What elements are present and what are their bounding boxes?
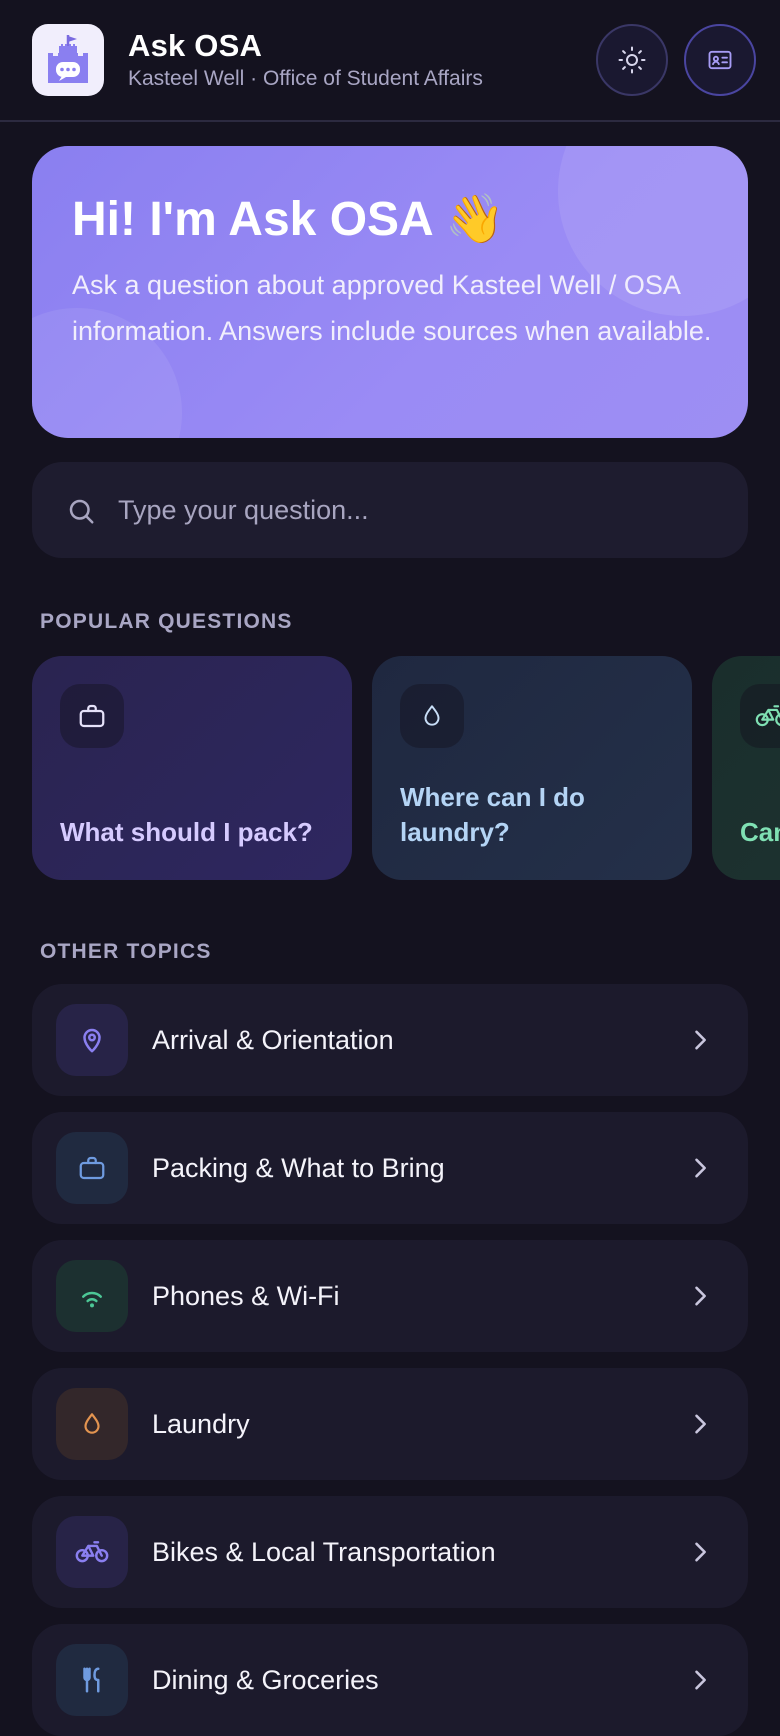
bike-icon — [56, 1516, 128, 1588]
topic-dining-groceries[interactable]: Dining & Groceries — [32, 1624, 748, 1736]
topic-packing[interactable]: Packing & What to Bring — [32, 1112, 748, 1224]
other-topics-heading: OTHER TOPICS — [40, 940, 212, 963]
castle-chat-icon — [32, 24, 104, 96]
popular-questions-heading: POPULAR QUESTIONS — [40, 610, 293, 633]
topic-label: Laundry — [152, 1409, 250, 1439]
topic-label: Arrival & Orientation — [152, 1025, 394, 1055]
topic-label: Dining & Groceries — [152, 1665, 379, 1695]
briefcase-icon — [56, 1132, 128, 1204]
sun-icon — [618, 46, 646, 74]
search-icon — [69, 499, 94, 524]
topic-label: Packing & What to Bring — [152, 1153, 445, 1183]
chevron-right-icon — [695, 1286, 706, 1306]
topic-laundry[interactable]: Laundry — [32, 1368, 748, 1480]
welcome-text: Ask a question about approved Kasteel We… — [72, 270, 712, 346]
bike-icon — [740, 684, 780, 748]
popular-questions-carousel[interactable]: What should I pack? Where can I do laund… — [32, 656, 780, 880]
chevron-right-icon — [695, 1030, 706, 1050]
chevron-right-icon — [695, 1158, 706, 1178]
wifi-icon — [56, 1260, 128, 1332]
search-box — [32, 462, 748, 558]
topic-arrival-orientation[interactable]: Arrival & Orientation — [32, 984, 748, 1096]
search-input[interactable] — [118, 462, 718, 558]
welcome-banner: Hi! I'm Ask OSA 👋 Ask a question about a… — [32, 146, 748, 438]
topic-label: Phones & Wi-Fi — [152, 1281, 340, 1311]
popular-question-text: What should I pack? — [60, 817, 313, 847]
popular-question-card[interactable]: Where can I do laundry? — [372, 656, 692, 880]
chevron-right-icon — [695, 1670, 706, 1690]
popular-question-text: Where can I do laundry? — [400, 782, 585, 847]
popular-question-card[interactable]: Can — [712, 656, 780, 880]
app-header: Ask OSA Kasteel Well · Office of Student… — [0, 0, 780, 122]
topic-phones-wifi[interactable]: Phones & Wi-Fi — [32, 1240, 748, 1352]
topic-label: Bikes & Local Transportation — [152, 1537, 496, 1567]
welcome-title: Hi! I'm Ask OSA 👋 — [72, 193, 506, 246]
popular-question-text: Can — [740, 817, 780, 847]
theme-toggle-button[interactable] — [596, 24, 668, 96]
map-pin-icon — [56, 1004, 128, 1076]
id-card-button[interactable] — [684, 24, 756, 96]
chevron-right-icon — [695, 1414, 706, 1434]
droplet-icon — [56, 1388, 128, 1460]
app-title: Ask OSA — [128, 28, 263, 63]
chevron-right-icon — [695, 1542, 706, 1562]
id-card-icon — [708, 50, 732, 70]
droplet-icon — [400, 684, 464, 748]
topic-bikes-transportation[interactable]: Bikes & Local Transportation — [32, 1496, 748, 1608]
popular-question-card[interactable]: What should I pack? — [32, 656, 352, 880]
app-subtitle: Kasteel Well · Office of Student Affairs — [128, 67, 483, 90]
briefcase-icon — [60, 684, 124, 748]
utensils-icon — [56, 1644, 128, 1716]
